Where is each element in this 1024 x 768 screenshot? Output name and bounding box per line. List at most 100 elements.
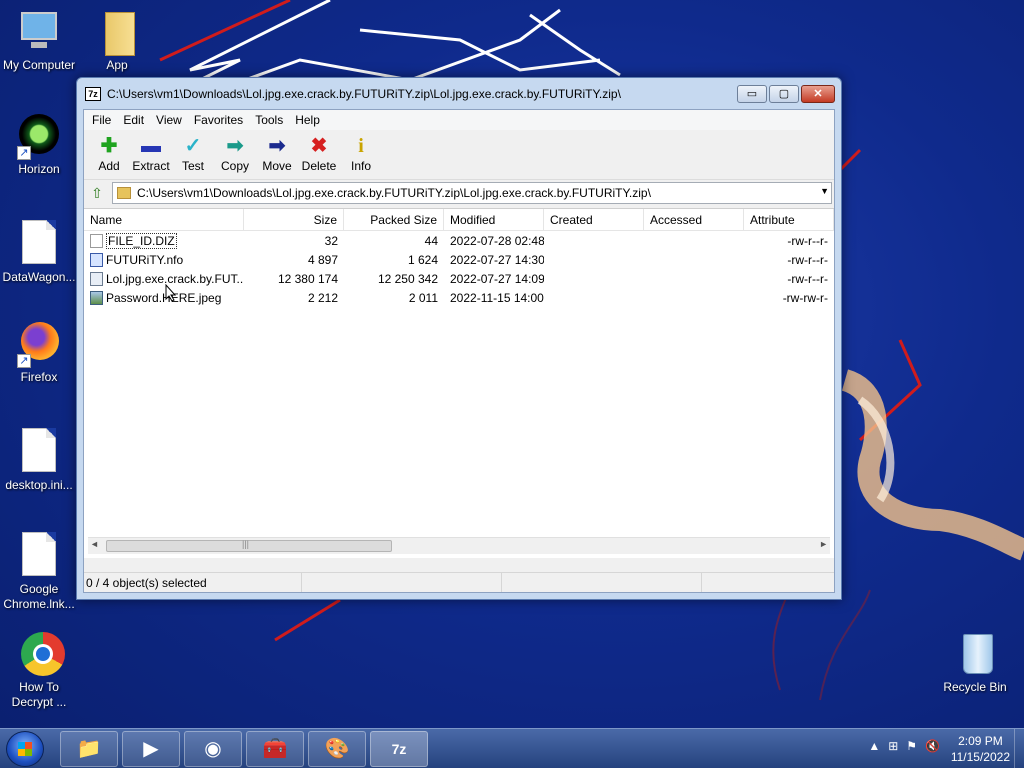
test-button[interactable]: ✓ Test (172, 130, 214, 179)
file-attributes: -rw-r--r- (787, 252, 828, 267)
column-header-modified[interactable]: Modified (444, 209, 544, 230)
network-icon[interactable]: ⊞ (888, 739, 898, 753)
desktop-icon-how-to-decrypt[interactable]: How To Decrypt ... (0, 630, 78, 710)
tray-expand-icon[interactable]: ▲ (868, 739, 880, 753)
start-button[interactable] (6, 731, 44, 767)
desktop-icon-chrome-lnk[interactable]: Google Chrome.lnk... (0, 530, 78, 612)
firefox-icon: ↗ (15, 320, 63, 368)
column-header-attributes[interactable]: Attribute (744, 209, 834, 230)
menu-edit[interactable]: Edit (117, 113, 150, 127)
extract-label: Extract (132, 159, 170, 173)
desktop-icon-app[interactable]: App (78, 8, 156, 73)
move-button[interactable]: ➡ Move (256, 130, 298, 179)
file-modified: 2022-07-27 14:30 (450, 252, 544, 267)
shortcut-arrow-icon: ↗ (17, 354, 31, 368)
desktop-icon-horizon[interactable]: ↗ Horizon (0, 112, 78, 177)
desktop-icon-desktop-ini[interactable]: desktop.ini... (0, 426, 78, 493)
minimize-button[interactable]: ▭ (737, 85, 767, 103)
desktop-icon-label: Google Chrome.lnk... (3, 582, 75, 611)
file-list-header: Name Size Packed Size Modified Created A… (84, 209, 834, 231)
scroll-right-icon[interactable]: ► (819, 539, 828, 549)
file-size: 2 212 (307, 290, 338, 305)
status-selection: 0 / 4 object(s) selected (84, 573, 302, 592)
text-file-icon (90, 233, 103, 248)
folder-icon (117, 187, 131, 199)
taskbar-explorer-button[interactable]: 📁 (60, 731, 118, 767)
extract-button[interactable]: ▬ Extract (130, 130, 172, 179)
desktop-icon-label: desktop.ini... (5, 478, 73, 492)
taskbar-toolbox-button[interactable]: 🧰 (246, 731, 304, 767)
menu-favorites[interactable]: Favorites (188, 113, 249, 127)
table-row[interactable]: FILE_ID.DIZ 32 44 2022-07-28 02:48 -rw-r… (84, 231, 834, 250)
desktop-icon-label: DataWagon... (2, 270, 76, 284)
clock[interactable]: 2:09 PM 11/15/2022 (951, 733, 1010, 765)
file-size: 32 (324, 233, 338, 248)
volume-muted-icon[interactable]: 🔇 (925, 739, 940, 753)
column-header-created[interactable]: Created (544, 209, 644, 230)
taskbar-7zip-button[interactable]: 7z (370, 731, 428, 767)
menu-file[interactable]: File (86, 113, 117, 127)
scrollbar-grip: ||| (242, 539, 250, 549)
address-path: C:\Users\vm1\Downloads\Lol.jpg.exe.crack… (137, 186, 651, 200)
desktop-icon-datawagon[interactable]: DataWagon... (0, 218, 78, 285)
delete-button[interactable]: ✖ Delete (298, 130, 340, 179)
desktop-icon-label: How To Decrypt ... (11, 680, 67, 709)
7zip-window: 7z C:\Users\vm1\Downloads\Lol.jpg.exe.cr… (76, 77, 842, 600)
table-row[interactable]: Password.HERE.jpeg 2 212 2 011 2022-11-1… (84, 288, 834, 307)
table-row[interactable]: FUTURiTY.nfo 4 897 1 624 2022-07-27 14:3… (84, 250, 834, 269)
column-header-name[interactable]: Name (84, 209, 244, 230)
copy-label: Copy (220, 159, 249, 173)
column-header-packed-size[interactable]: Packed Size (344, 209, 444, 230)
column-header-accessed[interactable]: Accessed (644, 209, 744, 230)
up-folder-button[interactable]: ⇧ (86, 182, 108, 204)
desktop-icon-label: My Computer (2, 58, 76, 72)
7zip-app-icon: 7z (85, 87, 101, 101)
file-name: FUTURiTY.nfo (106, 252, 184, 267)
desktop-icon-recycle-bin[interactable]: Recycle Bin (936, 630, 1014, 695)
title-bar[interactable]: 7z C:\Users\vm1\Downloads\Lol.jpg.exe.cr… (77, 78, 841, 109)
menu-tools[interactable]: Tools (249, 113, 289, 127)
copy-button[interactable]: ➡ Copy (214, 130, 256, 179)
status-bar: 0 / 4 object(s) selected (84, 572, 834, 592)
taskbar-chrome-button[interactable]: ◉ (184, 731, 242, 767)
add-button[interactable]: ✚ Add (88, 130, 130, 179)
folder-icon (93, 8, 141, 56)
delete-label: Delete (301, 159, 337, 173)
chevron-down-icon[interactable]: ▼ (820, 186, 829, 196)
menu-bar: File Edit View Favorites Tools Help (84, 110, 834, 130)
mouse-cursor-icon (165, 284, 177, 302)
file-size: 12 380 174 (277, 271, 338, 286)
clock-time: 2:09 PM (958, 734, 1003, 748)
desktop-icon-firefox[interactable]: ↗ Firefox (0, 320, 78, 385)
clock-date: 11/15/2022 (950, 750, 1010, 764)
desktop-icon-my-computer[interactable]: My Computer (0, 8, 78, 73)
move-label: Move (262, 159, 292, 173)
maximize-button[interactable]: ▢ (769, 85, 799, 103)
toolbar: ✚ Add ▬ Extract ✓ Test ➡ Copy ➡ Move ✖ D… (84, 130, 834, 180)
exe-file-icon (90, 271, 103, 286)
horizontal-scrollbar[interactable]: ◄ ||| ► (88, 537, 830, 554)
show-desktop-button[interactable] (1014, 729, 1024, 768)
table-row[interactable]: Lol.jpg.exe.crack.by.FUT... 12 380 174 1… (84, 269, 834, 288)
move-icon: ➡ (268, 135, 286, 157)
file-packed-size: 1 624 (407, 252, 438, 267)
file-modified: 2022-07-28 02:48 (450, 233, 544, 248)
column-header-size[interactable]: Size (244, 209, 344, 230)
info-button[interactable]: i Info (340, 130, 382, 179)
delete-icon: ✖ (310, 135, 328, 157)
file-size: 4 897 (307, 252, 338, 267)
address-field[interactable]: C:\Users\vm1\Downloads\Lol.jpg.exe.crack… (112, 182, 832, 204)
menu-view[interactable]: View (150, 113, 188, 127)
extract-icon: ▬ (141, 135, 161, 157)
scrollbar-thumb[interactable]: ||| (106, 539, 392, 552)
taskbar-paint-button[interactable]: 🎨 (308, 731, 366, 767)
action-center-icon[interactable]: ⚑ (906, 739, 917, 753)
file-attributes: -rw-r--r- (787, 271, 828, 286)
menu-help[interactable]: Help (289, 113, 326, 127)
file-name: Password.HERE.jpeg (106, 290, 222, 305)
document-icon (15, 532, 63, 580)
scroll-left-icon[interactable]: ◄ (90, 539, 99, 549)
close-button[interactable]: ✕ (801, 85, 835, 103)
taskbar-media-player-button[interactable]: ▶ (122, 731, 180, 767)
nfo-file-icon (90, 252, 103, 267)
